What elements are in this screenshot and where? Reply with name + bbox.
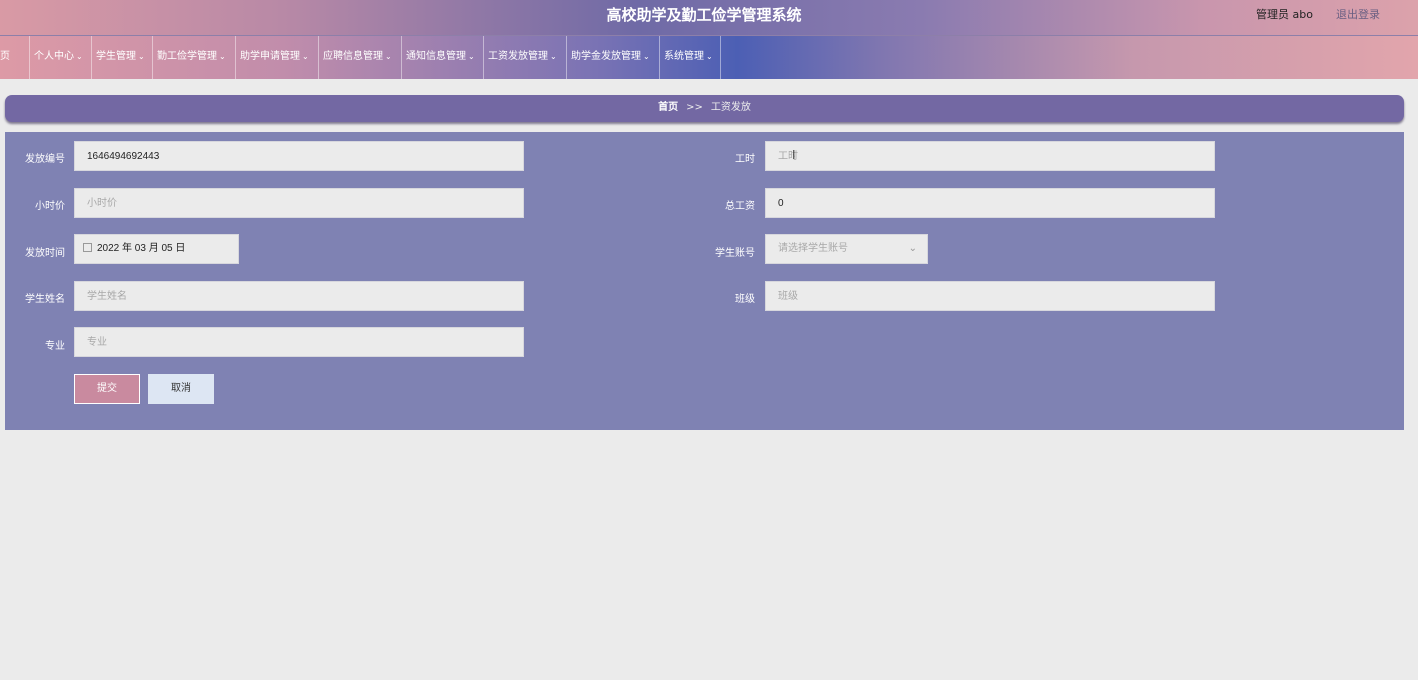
work-hours-label: 工时: [735, 154, 755, 165]
chevron-down-icon: ⌄: [385, 52, 392, 61]
logout-link[interactable]: 退出登录: [1336, 6, 1380, 22]
chevron-down-icon: ⌄: [908, 243, 917, 254]
breadcrumb-separator: >>: [686, 102, 703, 113]
chevron-down-icon: ⌄: [138, 52, 145, 61]
student-name-input[interactable]: [87, 282, 523, 310]
payment-number-input[interactable]: [87, 142, 523, 170]
nav-item-label: 助学申请管理: [240, 51, 300, 62]
work-hours-field[interactable]: [765, 141, 1215, 171]
top-header: 高校助学及勤工俭学管理系统 管理员 abo 退出登录: [0, 0, 1418, 36]
student-name-label: 学生姓名: [25, 294, 65, 305]
payment-number-label: 发放编号: [25, 154, 65, 165]
nav-item-label: 个人中心: [34, 51, 74, 62]
nav-item-label: 应聘信息管理: [323, 51, 383, 62]
breadcrumb-home[interactable]: 首页: [658, 102, 678, 113]
salary-payment-form: 发放编号 工时 I 小时价 总工资 发放时间 2022 年 03 月 05 日 …: [5, 132, 1404, 430]
app-title: 高校助学及勤工俭学管理系统: [606, 6, 802, 24]
work-hours-input[interactable]: [778, 142, 1214, 170]
nav-item-label: 学生管理: [96, 51, 136, 62]
breadcrumb: 首页 >> 工资发放: [5, 95, 1404, 122]
main-nav: 首页 个人中心⌄ 学生管理⌄ 勤工俭学管理⌄ 助学申请管理⌄ 应聘信息管理⌄ 通…: [0, 36, 1418, 79]
text-cursor-icon: I: [792, 148, 796, 162]
hourly-rate-input[interactable]: [87, 189, 523, 217]
chevron-down-icon: ⌄: [302, 52, 309, 61]
admin-user-label: 管理员 abo: [1256, 8, 1313, 21]
class-field[interactable]: [765, 281, 1215, 311]
nav-item-label: 系统管理: [664, 51, 704, 62]
chevron-down-icon: ⌄: [643, 52, 650, 61]
nav-item-salary-payment-management[interactable]: 工资发放管理 ⌄: [484, 36, 567, 79]
hourly-rate-label: 小时价: [35, 201, 65, 212]
major-input[interactable]: [87, 328, 523, 356]
nav-item-system-management[interactable]: 系统管理 ⌄: [660, 36, 721, 79]
chevron-down-icon: ⌄: [468, 52, 475, 61]
nav-item-job-application-management[interactable]: 应聘信息管理 ⌄: [319, 36, 402, 79]
major-label: 专业: [45, 341, 65, 352]
nav-item-label: 工资发放管理: [488, 51, 548, 62]
major-field[interactable]: [74, 327, 524, 357]
total-salary-field[interactable]: [765, 188, 1215, 218]
student-name-field[interactable]: [74, 281, 524, 311]
nav-item-label: 首页: [0, 51, 10, 62]
calendar-icon: [83, 243, 92, 252]
nav-item-notice-management[interactable]: 通知信息管理 ⌄: [402, 36, 484, 79]
chevron-down-icon: ⌄: [76, 52, 83, 61]
submit-button[interactable]: 提交: [74, 374, 140, 404]
payment-date-picker[interactable]: 2022 年 03 月 05 日: [74, 234, 239, 264]
payment-time-label: 发放时间: [25, 248, 65, 259]
student-account-label: 学生账号: [715, 248, 755, 259]
nav-item-label: 勤工俭学管理: [157, 51, 217, 62]
chevron-down-icon: ⌄: [550, 52, 557, 61]
nav-item-grant-payment-management[interactable]: 助学金发放管理 ⌄: [567, 36, 660, 79]
nav-item-label: 助学金发放管理: [571, 51, 641, 62]
nav-item-personal-center[interactable]: 个人中心 ⌄: [30, 36, 92, 79]
class-input[interactable]: [778, 282, 1214, 310]
nav-item-aid-application-management[interactable]: 助学申请管理 ⌄: [236, 36, 319, 79]
payment-number-field[interactable]: [74, 141, 524, 171]
chevron-down-icon: ⌄: [706, 52, 713, 61]
nav-item-student-management[interactable]: 学生管理 ⌄: [92, 36, 153, 79]
cancel-button[interactable]: 取消: [148, 374, 214, 404]
student-account-placeholder: 请选择学生账号: [778, 243, 848, 254]
student-account-select[interactable]: 请选择学生账号 ⌄: [765, 234, 928, 264]
hourly-rate-field[interactable]: [74, 188, 524, 218]
total-salary-input[interactable]: [778, 189, 1214, 217]
class-label: 班级: [735, 294, 755, 305]
nav-item-home[interactable]: 首页: [0, 36, 30, 79]
nav-item-label: 通知信息管理: [406, 51, 466, 62]
chevron-down-icon: ⌄: [219, 52, 226, 61]
nav-item-work-study-management[interactable]: 勤工俭学管理 ⌄: [153, 36, 236, 79]
payment-date-value: 2022 年 03 月 05 日: [97, 243, 186, 254]
breadcrumb-current: 工资发放: [710, 102, 751, 113]
total-salary-label: 总工资: [725, 201, 755, 212]
